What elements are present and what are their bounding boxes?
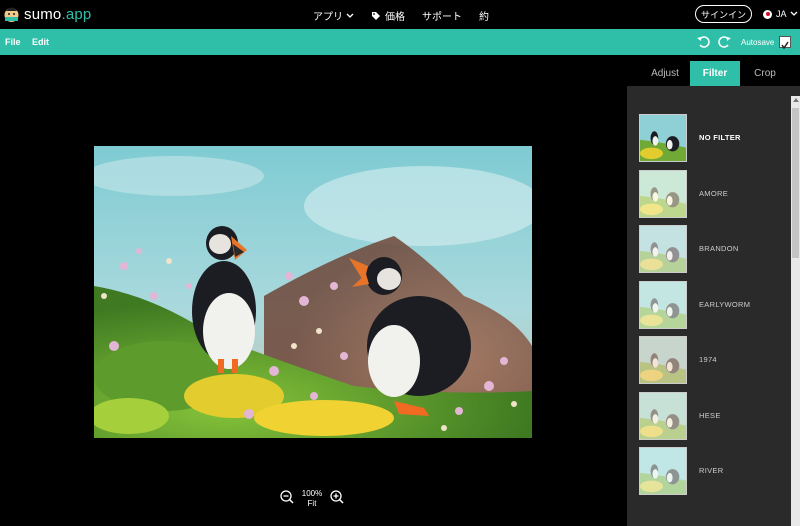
checkmark-icon bbox=[781, 41, 789, 50]
filter-label: 1974 bbox=[699, 355, 717, 364]
filter-thumbnail bbox=[639, 225, 687, 273]
zoom-fit-button[interactable]: Fit bbox=[300, 499, 324, 508]
edit-menu[interactable]: Edit bbox=[32, 37, 49, 47]
panel-scrollbar[interactable] bbox=[791, 96, 800, 526]
zoom-controls: 100% Fit bbox=[280, 488, 350, 512]
photo-image bbox=[94, 146, 532, 438]
filter-label: BRANDON bbox=[699, 244, 739, 253]
logo[interactable]: sumo.app bbox=[4, 5, 91, 23]
sumo-mascot-icon bbox=[4, 7, 19, 22]
filter-thumbnail bbox=[639, 114, 687, 162]
tab-filter[interactable]: Filter bbox=[690, 61, 740, 86]
nav-support[interactable]: サポート bbox=[422, 8, 462, 23]
editor-toolbar: File Edit Autosave bbox=[0, 29, 800, 55]
filter-thumbnail bbox=[639, 280, 687, 329]
redo-icon[interactable] bbox=[716, 34, 732, 50]
zoom-in-icon[interactable] bbox=[330, 490, 344, 504]
filter-label: NO FILTER bbox=[699, 133, 741, 142]
zoom-out-icon[interactable] bbox=[280, 490, 294, 504]
filter-label: EARLYWORM bbox=[699, 299, 751, 309]
nav-apps[interactable]: アプリ bbox=[313, 8, 354, 23]
filter-thumbnail bbox=[639, 336, 687, 384]
filter-label: AMORE bbox=[699, 188, 729, 198]
logo-text: sumo.app bbox=[24, 5, 92, 23]
filter-thumbnail bbox=[639, 447, 687, 495]
filter-label: RIVER bbox=[699, 466, 724, 475]
filter-item[interactable]: HESE bbox=[639, 391, 779, 440]
chevron-down-icon bbox=[790, 11, 797, 16]
filter-item[interactable]: AMORE bbox=[639, 169, 779, 218]
chevron-down-icon bbox=[346, 13, 354, 18]
nav-about[interactable]: 約 bbox=[479, 8, 489, 23]
filter-item[interactable]: 1974 bbox=[639, 336, 779, 384]
filter-thumbnail bbox=[639, 169, 687, 218]
file-menu[interactable]: File bbox=[5, 37, 21, 47]
top-navigation: sumo.app アプリ 価格 サポート 約 サインイン JA bbox=[0, 0, 800, 29]
filter-item[interactable]: EARLYWORM bbox=[639, 280, 779, 329]
autosave-label: Autosave bbox=[741, 38, 775, 47]
filter-panel: NO FILTER AMORE BRANDON EARLYWORM 1974 H… bbox=[627, 86, 800, 526]
autosave-checkbox[interactable] bbox=[779, 36, 791, 50]
editor-tabs: Adjust Filter Crop bbox=[627, 55, 800, 86]
price-tag-icon bbox=[372, 11, 380, 20]
nav-links: アプリ 価格 サポート 約 bbox=[313, 8, 489, 23]
undo-icon[interactable] bbox=[696, 34, 712, 50]
zoom-level: 100% bbox=[301, 489, 323, 498]
scroll-thumb[interactable] bbox=[792, 108, 799, 258]
language-selector[interactable]: JA bbox=[763, 9, 798, 19]
scroll-up-icon[interactable] bbox=[793, 98, 799, 102]
filter-thumbnail bbox=[639, 391, 687, 440]
signin-button[interactable]: サインイン bbox=[695, 5, 752, 23]
filter-label: HESE bbox=[699, 410, 721, 420]
nav-pricing[interactable]: 価格 bbox=[371, 8, 405, 23]
filter-item[interactable]: RIVER bbox=[639, 447, 779, 495]
tab-crop[interactable]: Crop bbox=[741, 61, 789, 86]
editor-canvas[interactable]: 100% Fit bbox=[0, 55, 627, 526]
filter-item[interactable]: BRANDON bbox=[639, 225, 779, 273]
japan-flag-icon bbox=[763, 9, 772, 19]
filter-item[interactable]: NO FILTER bbox=[639, 114, 779, 162]
puffin-photo[interactable] bbox=[94, 146, 532, 438]
tab-adjust[interactable]: Adjust bbox=[641, 61, 689, 86]
language-label: JA bbox=[776, 9, 787, 19]
